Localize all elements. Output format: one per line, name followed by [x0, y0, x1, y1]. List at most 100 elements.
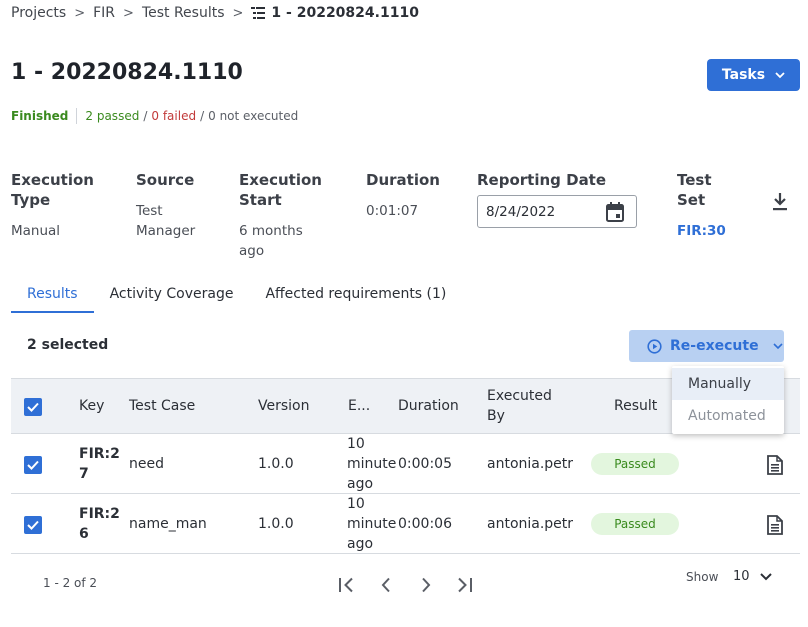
row-executed-time-line: 10 [347, 436, 365, 452]
select-all-checkbox[interactable] [24, 398, 42, 416]
document-icon[interactable] [767, 455, 783, 475]
row-checkbox[interactable] [24, 456, 42, 474]
checkmark-icon [27, 460, 39, 470]
menu-item-automated: Automated [688, 408, 766, 424]
table-row[interactable]: FIR:2 7 need 1.0.0 10 minute ago 0:00:05… [11, 434, 800, 494]
row-test-case: need [129, 456, 164, 472]
table-row[interactable]: FIR:2 6 name_man 1.0.0 10 minute ago 0:0… [11, 494, 800, 554]
breadcrumb-fir[interactable]: FIR [93, 5, 115, 21]
execution-start-field: Execution Start 6 months ago [239, 170, 322, 261]
row-test-case: name_man [129, 516, 207, 532]
reporting-date-input[interactable]: 8/24/2022 [477, 195, 637, 228]
execution-status: Finished 2 passed / 0 failed / 0 not exe… [11, 108, 298, 124]
row-key-line: 6 [79, 526, 89, 542]
row-executed-time-line: ago [347, 476, 374, 492]
row-executed-time: 10 minute ago [347, 434, 399, 494]
execution-type-label: Execution [11, 171, 94, 189]
tasks-button[interactable]: Tasks [707, 59, 800, 91]
not-executed-count: 0 not executed [208, 109, 299, 123]
status-badge: Passed [591, 513, 679, 535]
document-icon[interactable] [767, 515, 783, 535]
breadcrumb-test-results[interactable]: Test Results [142, 5, 225, 21]
duration-field: Duration 0:01:07 [366, 170, 440, 221]
checkmark-icon [27, 520, 39, 530]
re-execute-label: Re-execute [670, 338, 759, 354]
last-page-button[interactable] [455, 575, 475, 595]
column-test-case[interactable]: Test Case [129, 396, 195, 416]
first-page-icon [339, 577, 353, 593]
pagination-count: 1 - 2 of 2 [43, 576, 98, 590]
source-value: Test [136, 203, 163, 219]
tab-affected-requirements[interactable]: Affected requirements (1) [249, 283, 462, 313]
calendar-icon[interactable] [606, 202, 624, 222]
source-label: Source [136, 171, 195, 189]
execution-start-label: Execution [239, 171, 322, 189]
test-set-label: Test [677, 171, 712, 189]
column-duration[interactable]: Duration [398, 396, 459, 416]
status-slash: / [200, 109, 205, 123]
row-key-link[interactable]: FIR:2 6 [79, 504, 120, 544]
breadcrumb: Projects > FIR > Test Results > 1 - 2022… [11, 4, 419, 22]
play-circle-icon [647, 338, 662, 354]
column-version[interactable]: Version [258, 396, 309, 416]
test-set-label: Set [677, 191, 706, 209]
breadcrumb-projects[interactable]: Projects [11, 5, 66, 21]
download-icon[interactable] [771, 192, 789, 212]
passed-count: 2 passed [85, 109, 140, 123]
execution-type-label: Type [11, 191, 51, 209]
menu-item-manually[interactable]: Manually [672, 368, 784, 400]
chevron-left-icon [381, 577, 390, 593]
page-size-select[interactable]: 10 [733, 569, 772, 584]
page-title: 1 - 20220824.1110 [11, 60, 243, 85]
page-size-value: 10 [733, 569, 750, 584]
row-key-link[interactable]: FIR:2 7 [79, 444, 120, 484]
row-executed-by: antonia.petre [487, 516, 573, 532]
column-key[interactable]: Key [79, 396, 104, 416]
row-key-line: FIR:2 [79, 506, 120, 522]
test-set-field: Test Set FIR:30 [677, 170, 726, 241]
chevron-right-icon [422, 577, 431, 593]
first-page-button[interactable] [336, 575, 356, 595]
source-value: Manager [136, 223, 196, 239]
breadcrumb-current: 1 - 20220824.1110 [251, 5, 419, 21]
execution-start-value: ago [239, 243, 265, 259]
reporting-date-value: 8/24/2022 [486, 203, 556, 220]
row-duration: 0:00:05 [398, 456, 452, 472]
test-execution-icon [251, 7, 266, 19]
previous-page-button[interactable] [376, 575, 396, 595]
row-executed-time-line: ago [347, 536, 374, 552]
next-page-button[interactable] [416, 575, 436, 595]
execution-start-value: 6 months [239, 223, 303, 239]
breadcrumb-separator: > [232, 5, 244, 21]
column-result[interactable]: Result [614, 396, 657, 416]
execution-type-value: Manual [11, 223, 61, 239]
re-execute-button[interactable]: Re-execute [629, 330, 784, 362]
duration-value: 0:01:07 [366, 203, 419, 219]
re-execute-menu: Manually Automated [672, 366, 784, 434]
selected-count: 2 selected [27, 337, 109, 353]
column-executed-by[interactable]: Executed By [487, 386, 552, 426]
failed-count: 0 failed [151, 109, 197, 123]
test-set-link[interactable]: FIR:30 [677, 221, 726, 241]
chevron-down-icon [775, 71, 785, 78]
row-executed-time-line: 10 [347, 496, 365, 512]
execution-type-field: Execution Type Manual [11, 170, 94, 241]
breadcrumb-separator: > [74, 5, 86, 21]
reporting-date-label: Reporting Date [477, 170, 606, 190]
row-executed-time: 10 minute ago [347, 494, 399, 554]
column-executed[interactable]: E... [348, 396, 370, 416]
tab-bar: Results Activity Coverage Affected requi… [11, 283, 462, 313]
tab-results[interactable]: Results [11, 283, 94, 313]
status-finished: Finished [11, 109, 69, 123]
row-executed-by: antonia.petre [487, 456, 573, 472]
tab-activity-coverage[interactable]: Activity Coverage [94, 283, 250, 313]
row-duration: 0:00:06 [398, 516, 452, 532]
checkmark-icon [27, 402, 39, 412]
breadcrumb-current-label: 1 - 20220824.1110 [271, 5, 419, 21]
reporting-date-label-text: Reporting Date [477, 171, 607, 189]
row-executed-time-line: minute [347, 516, 397, 532]
chevron-down-icon [759, 572, 772, 580]
last-page-icon [458, 577, 472, 593]
row-checkbox[interactable] [24, 516, 42, 534]
row-version: 1.0.0 [258, 516, 294, 532]
